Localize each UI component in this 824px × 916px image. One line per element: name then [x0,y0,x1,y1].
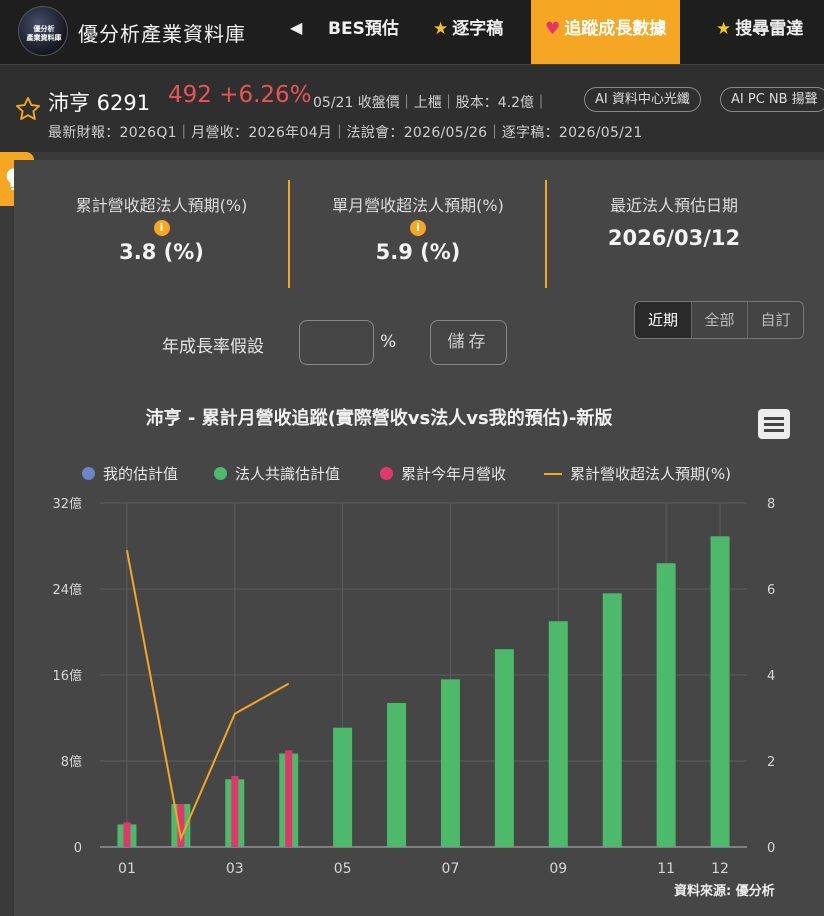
top-navbar: 優分析 產業資料庫 優分析產業資料庫 ◀ BES預估 ★ 逐字稿 ♥ 追蹤成長數據 … [0,0,824,64]
bar-actual [231,776,239,847]
star-icon: ★ [716,19,732,39]
tab-search-radar[interactable]: ★ 搜尋雷達 [716,0,803,64]
stock-name: 沛亨 6291 [48,91,151,115]
bar-consensus [548,621,568,847]
x-tick-label: 12 [711,861,729,877]
tab-label: BES預估 [328,19,399,39]
bar-consensus [387,702,407,847]
y-left-tick-label: 16億 [52,668,82,684]
x-tick-label: 09 [549,861,567,877]
y-right-tick-label: 6 [767,583,775,598]
bar-consensus [440,679,460,847]
tab-transcript[interactable]: ★ 逐字稿 [433,0,503,64]
star-icon: ★ [433,19,449,39]
data-source-credit: 資料來源: 優分析 [674,884,775,899]
stock-price: 492 +6.26% [168,82,312,108]
y-left-tick-label: 8億 [61,754,82,770]
bar-consensus [602,593,622,847]
app-root: 優分析 產業資料庫 優分析產業資料庫 ◀ BES預估 ★ 逐字稿 ♥ 追蹤成長數據 … [0,0,824,916]
tab-growth-tracking[interactable]: ♥ 追蹤成長數據 [531,0,681,64]
concept-tag[interactable]: AI PC NB 揚聲 [720,87,824,112]
y-right-tick-label: 0 [767,841,775,856]
concept-tag[interactable]: AI 資料中心光纖 [584,87,701,112]
y-left-tick-label: 32億 [52,496,82,512]
favorite-star-icon[interactable] [14,95,42,123]
y-left-tick-label: 24億 [52,582,82,598]
x-tick-label: 11 [657,861,675,877]
site-title[interactable]: 優分析產業資料庫 [78,18,246,47]
x-tick-label: 01 [118,861,136,877]
tab-label: 逐字稿 [452,19,504,39]
y-right-tick-label: 8 [767,497,775,512]
y-right-tick-label: 4 [767,669,775,684]
logo-text-line1: 優分析 [33,25,55,33]
stock-meta: 05/21 收盤價｜上櫃｜股本：4.2億｜ [313,95,549,111]
y-right-tick-label: 2 [767,755,775,770]
bar-actual [285,750,293,847]
bar-consensus [710,536,730,847]
bar-consensus [656,563,676,847]
heart-icon: ♥ [545,19,561,39]
x-tick-label: 03 [226,861,244,877]
logo-text-line2: 產業資料庫 [26,34,62,42]
tab-label: 搜尋雷達 [735,19,804,39]
chart-canvas: 0 8億 16億 24億 32億 0 2 4 6 8 01 03 05 07 09 11 12 [52,496,775,877]
bar-consensus [333,727,353,847]
stock-subinfo: 最新財報：2026Q1｜月營收：2026年04月｜法說會：2026/05/26｜… [48,125,643,141]
tab-bes-estimate[interactable]: BES預估 [328,0,399,64]
stock-header: 沛亨 6291 492 +6.26% 05/21 收盤價｜上櫃｜股本：4.2億｜… [0,64,824,152]
nav-prev-arrow-icon[interactable]: ◀ [290,18,302,37]
site-logo[interactable]: 優分析 產業資料庫 [18,6,68,56]
main-panel: 累計營收超法人預期(%) i 3.8 (%) 單月營收超法人預期(%) i 5.… [14,160,824,916]
x-tick-label: 07 [442,861,460,877]
bar-actual [123,822,131,847]
bar-consensus [494,649,514,847]
tab-label: 追蹤成長數據 [564,19,667,39]
line-beat-ratio [125,550,290,842]
x-tick-label: 05 [334,861,352,877]
y-left-tick-label: 0 [74,841,82,856]
